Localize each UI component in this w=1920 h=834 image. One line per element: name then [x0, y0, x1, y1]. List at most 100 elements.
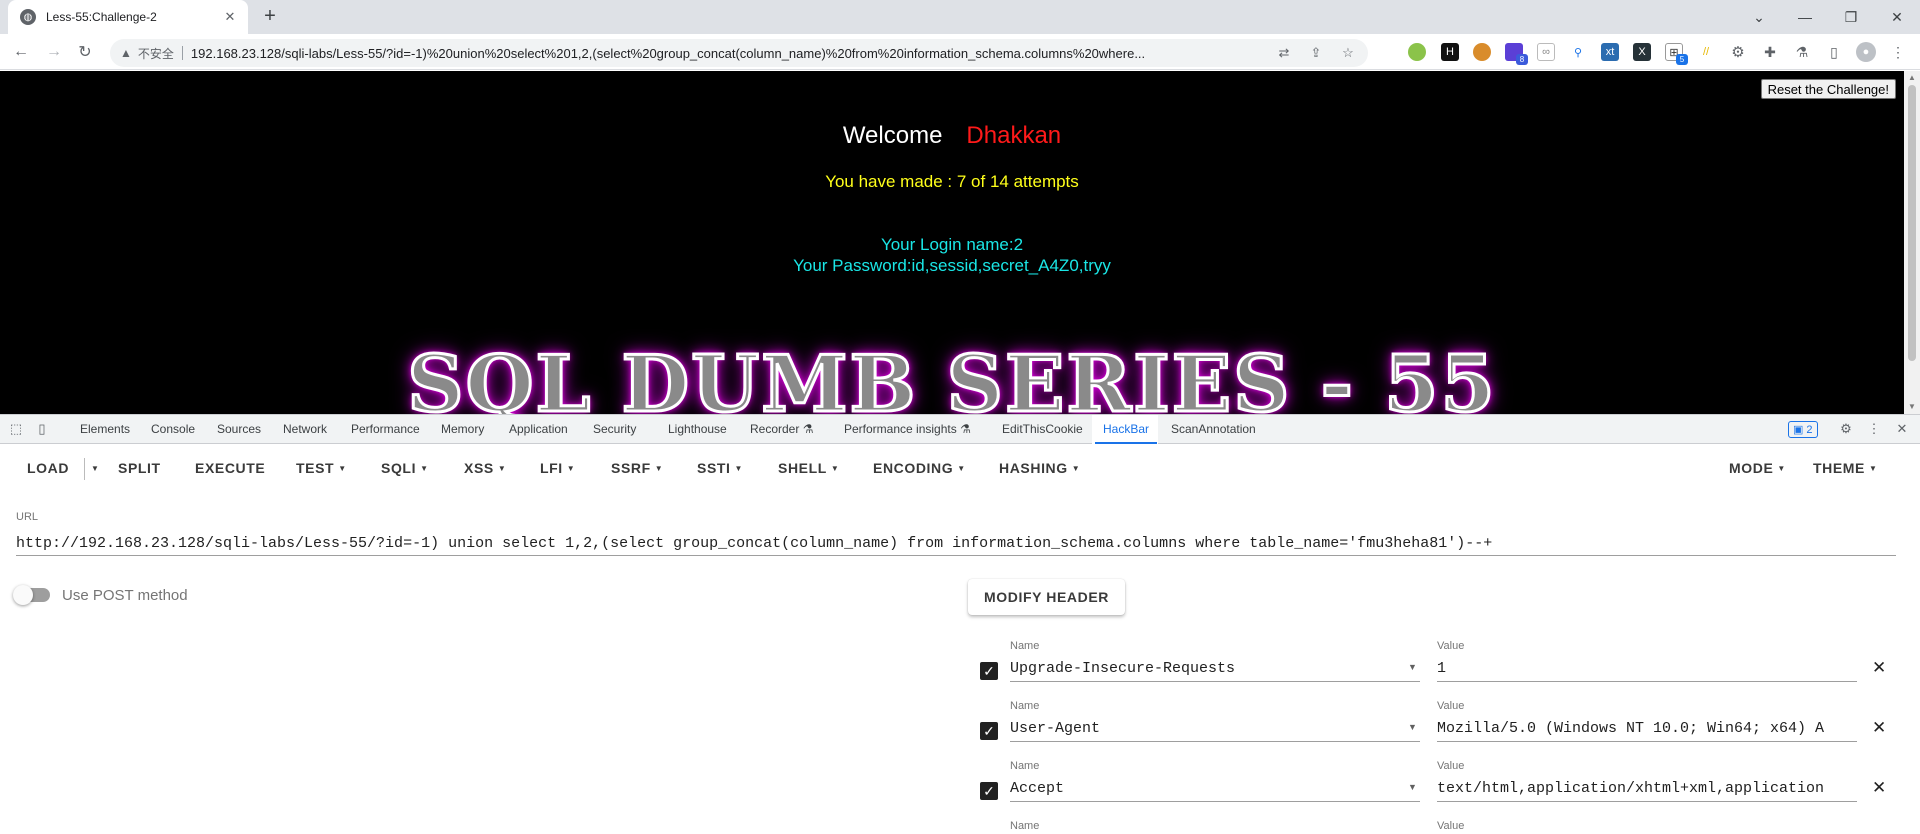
dropdown-arrow-icon[interactable]: ▼	[1408, 662, 1417, 672]
more-menu-icon[interactable]: ⋮	[1889, 43, 1907, 61]
devtools-tab-recorder[interactable]: Recorder ⚗	[750, 415, 813, 444]
mode-menu[interactable]: MODE ▼	[1729, 460, 1786, 476]
header-enabled-checkbox[interactable]: ✓	[980, 662, 998, 680]
load-button[interactable]: LOAD	[27, 460, 69, 476]
caret-down-icon: ▼	[957, 464, 966, 473]
devtools-tab-bar: ⬚ ▯ Elements Console Sources Network Per…	[0, 414, 1920, 444]
inspect-element-icon[interactable]: ⬚	[8, 421, 24, 437]
profile-avatar-icon[interactable]: ●	[1856, 42, 1876, 62]
tab-title: Less-55:Challenge-2	[46, 10, 157, 24]
new-tab-button[interactable]: +	[258, 5, 282, 29]
ssti-menu[interactable]: SSTI ▼	[697, 460, 743, 476]
ssrf-menu[interactable]: SSRF ▼	[611, 460, 663, 476]
tab-strip: ◍ Less-55:Challenge-2 ✕ + ⌄ — ❐ ✕	[0, 0, 1920, 34]
gear-icon[interactable]: ⚙	[1729, 43, 1747, 61]
modify-header-button[interactable]: MODIFY HEADER	[968, 579, 1125, 615]
warning-icon[interactable]: ▲	[120, 46, 132, 60]
extension-slash-icon[interactable]: //	[1697, 43, 1715, 61]
devtools-tab-application[interactable]: Application	[509, 415, 568, 444]
bookmark-star-icon[interactable]: ☆	[1338, 43, 1358, 63]
devtools-tab-performance-insights[interactable]: Performance insights ⚗	[844, 415, 971, 444]
shell-menu[interactable]: SHELL ▼	[778, 460, 839, 476]
devtools-tab-hackbar[interactable]: HackBar	[1094, 415, 1158, 444]
mode-menu-label: MODE	[1729, 460, 1774, 476]
header-name-field[interactable]: Upgrade-Insecure-Requests	[1010, 656, 1420, 682]
header-enabled-checkbox[interactable]: ✓	[980, 722, 998, 740]
scroll-up-icon[interactable]: ▲	[1908, 73, 1916, 82]
url-input[interactable]	[16, 532, 1896, 556]
devtools-tab-sources[interactable]: Sources	[217, 415, 261, 444]
devtools-tab-console[interactable]: Console	[151, 415, 195, 444]
login-name-text: Your Login name:2	[880, 235, 1024, 254]
restore-icon[interactable]: ❐	[1828, 0, 1874, 34]
post-method-toggle[interactable]	[13, 585, 50, 605]
hashing-menu[interactable]: HASHING ▼	[999, 460, 1080, 476]
execute-button[interactable]: EXECUTE	[195, 460, 265, 476]
extension-xt-icon[interactable]: xt	[1601, 43, 1619, 61]
extension-green-icon[interactable]	[1408, 43, 1426, 61]
encoding-menu[interactable]: ENCODING ▼	[873, 460, 966, 476]
devtools-more-icon[interactable]: ⋮	[1866, 421, 1882, 437]
issues-badge[interactable]: ▣ 2	[1788, 421, 1818, 438]
flask-icon[interactable]: ⚗	[1793, 43, 1811, 61]
extension-link-icon[interactable]: ∞	[1537, 43, 1555, 61]
caret-down-icon: ▼	[497, 464, 507, 473]
dropdown-arrow-icon[interactable]: ▼	[1408, 782, 1417, 792]
devtools-tab-security[interactable]: Security	[593, 415, 636, 444]
scroll-down-icon[interactable]: ▼	[1908, 402, 1916, 411]
sqli-menu[interactable]: SQLI ▼	[381, 460, 429, 476]
devtools-tab-memory[interactable]: Memory	[441, 415, 484, 444]
split-button[interactable]: SPLIT	[118, 460, 161, 476]
header-name-label: Name	[1010, 640, 1040, 652]
close-tab-icon[interactable]: ✕	[222, 9, 238, 25]
extension-x-icon[interactable]: X	[1633, 43, 1651, 61]
back-icon[interactable]: ←	[10, 41, 32, 63]
theme-menu[interactable]: THEME ▼	[1813, 460, 1878, 476]
share-icon[interactable]: ⇪	[1306, 43, 1326, 63]
delete-header-icon[interactable]: ✕	[1872, 658, 1886, 678]
minimize-icon[interactable]: —	[1782, 0, 1828, 34]
translate-icon[interactable]: ⇄	[1274, 43, 1294, 63]
page-scrollbar[interactable]: ▲ ▼	[1904, 71, 1920, 414]
side-panel-icon[interactable]: ▯	[1825, 43, 1843, 61]
toggle-knob	[13, 585, 33, 605]
devtools-tab-performance[interactable]: Performance	[351, 415, 420, 444]
devtools-tab-editthiscookie[interactable]: EditThisCookie	[1002, 415, 1083, 444]
tab-search-icon[interactable]: ⌄	[1736, 0, 1782, 34]
delete-header-icon[interactable]: ✕	[1872, 778, 1886, 798]
forward-icon[interactable]: →	[43, 41, 65, 63]
security-label[interactable]: 不安全	[138, 45, 174, 62]
devtools-close-icon[interactable]: ✕	[1894, 421, 1910, 437]
devtools-tab-network[interactable]: Network	[283, 415, 327, 444]
extension-h-icon[interactable]: H	[1441, 43, 1459, 61]
test-menu[interactable]: TEST ▼	[296, 460, 347, 476]
address-bar[interactable]: ▲ 不安全 192.168.23.128/sqli-labs/Less-55/?…	[110, 39, 1368, 67]
cookie-icon[interactable]	[1473, 43, 1491, 61]
header-value-field[interactable]: 1	[1437, 656, 1857, 682]
header-name-field[interactable]: Accept	[1010, 776, 1420, 802]
header-value-field[interactable]: Mozilla/5.0 (Windows NT 10.0; Win64; x64…	[1437, 716, 1857, 742]
devtools-tab-scanannotation[interactable]: ScanAnnotation	[1171, 415, 1256, 444]
caret-down-icon: ▼	[566, 464, 576, 473]
post-method-label: Use POST method	[62, 587, 188, 604]
header-name-field[interactable]: User-Agent	[1010, 716, 1420, 742]
devtools-tab-elements[interactable]: Elements	[80, 415, 130, 444]
reload-icon[interactable]: ↻	[74, 41, 96, 63]
window-close-icon[interactable]: ✕	[1874, 0, 1920, 34]
header-enabled-checkbox[interactable]: ✓	[980, 782, 998, 800]
load-dropdown-icon[interactable]: ▼	[87, 460, 100, 476]
dropdown-arrow-icon[interactable]: ▼	[1408, 722, 1417, 732]
settings-gear-icon[interactable]: ⚙	[1838, 421, 1854, 437]
device-toolbar-icon[interactable]: ▯	[34, 421, 50, 437]
xss-menu[interactable]: XSS ▼	[464, 460, 506, 476]
browser-tab[interactable]: ◍ Less-55:Challenge-2 ✕	[8, 0, 248, 34]
lfi-menu[interactable]: LFI ▼	[540, 460, 575, 476]
reset-challenge-button[interactable]: Reset the Challenge!	[1760, 79, 1896, 99]
header-value-field[interactable]: text/html,application/xhtml+xml,applicat…	[1437, 776, 1857, 802]
puzzle-icon[interactable]: ✚	[1761, 43, 1779, 61]
scrollbar-thumb[interactable]	[1908, 85, 1916, 361]
devtools-tab-lighthouse[interactable]: Lighthouse	[668, 415, 727, 444]
extension-pin-icon[interactable]: ⚲	[1569, 43, 1587, 61]
address-text[interactable]: 192.168.23.128/sqli-labs/Less-55/?id=-1)…	[191, 46, 1262, 61]
delete-header-icon[interactable]: ✕	[1872, 718, 1886, 738]
